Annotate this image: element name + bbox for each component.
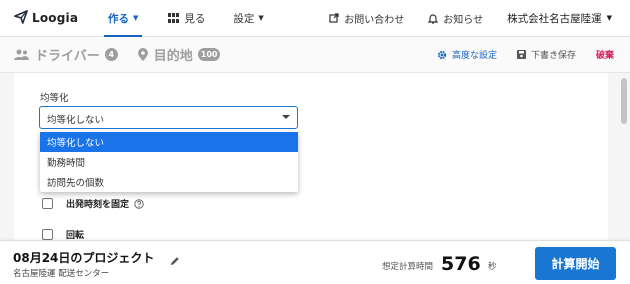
pencil-icon[interactable] (170, 256, 180, 266)
advanced-settings-label: 高度な設定 (451, 51, 497, 61)
bell-icon (428, 13, 439, 24)
logo-text: Loogia (32, 11, 79, 25)
nav-settings-menu[interactable]: 設定 ▼ (233, 0, 263, 37)
equalize-select-value: 均等化しない (47, 115, 105, 126)
sub-header: ドライバー 4 目的地 100 高度な設定 下書き保存 破棄 (0, 37, 630, 73)
dropdown-arrow-icon (282, 115, 290, 119)
driver-count-badge: 4 (104, 48, 118, 61)
fixed-departure-checkbox[interactable] (42, 198, 53, 209)
dropdown-option[interactable]: 均等化しない (40, 132, 298, 152)
advanced-settings-button[interactable]: 高度な設定 (437, 48, 497, 61)
caret-down-icon: ▼ (133, 14, 139, 22)
save-draft-label: 下書き保存 (530, 51, 576, 61)
nav-right: お問い合わせ お知らせ 株式会社名古屋陸運 ▼ (329, 0, 630, 37)
equalize-label: 均等化 (40, 93, 69, 104)
external-link-icon (329, 13, 339, 23)
equalize-dropdown-menu: 均等化しない 勤務時間 訪問先の個数 (40, 132, 298, 192)
save-draft-button[interactable]: 下書き保存 (516, 48, 576, 61)
gear-icon (437, 50, 447, 60)
map-pin-icon (137, 48, 148, 61)
footer-bar: 08月24日のプロジェクト 名古屋陸運 配送センター 想定計算時間 576 秒 … (0, 240, 630, 284)
start-calculation-button[interactable]: 計算開始 (535, 247, 616, 280)
grid-icon (168, 13, 180, 23)
news-label: お知らせ (443, 14, 484, 26)
nav-create-menu[interactable]: 作る ▼ (103, 0, 143, 37)
project-subtitle: 名古屋陸運 配送センター (13, 269, 110, 279)
help-circle-icon[interactable] (134, 198, 144, 209)
estimate-unit: 秒 (488, 262, 497, 272)
people-icon (14, 49, 29, 60)
tab-driver-label: ドライバー (35, 49, 100, 64)
company-menu[interactable]: 株式会社名古屋陸運 ▼ (507, 11, 612, 26)
destination-count-badge: 100 (197, 48, 221, 61)
save-icon (516, 50, 526, 59)
tab-driver[interactable]: ドライバー 4 (14, 45, 118, 64)
nav-view-menu[interactable]: 見る (168, 0, 205, 37)
contact-label: お問い合わせ (344, 14, 405, 26)
fixed-departure-row: 出発時刻を固定 (42, 197, 144, 210)
company-label: 株式会社名古屋陸運 (507, 12, 602, 25)
rotation-checkbox[interactable] (42, 229, 53, 240)
logo[interactable]: Loogia (14, 9, 84, 28)
tab-destination[interactable]: 目的地 100 (137, 45, 221, 64)
equalize-select[interactable]: 均等化しない (39, 106, 298, 129)
caret-down-icon: ▼ (606, 14, 612, 22)
tab-destination-label: 目的地 (153, 49, 193, 64)
estimate-value: 576 (441, 253, 481, 275)
scrollbar-thumb[interactable] (621, 78, 627, 124)
discard-label: 破棄 (595, 51, 614, 61)
project-title: 08月24日のプロジェクト (13, 251, 155, 265)
nav-create-label: 作る (108, 12, 129, 25)
sub-actions: 高度な設定 下書き保存 破棄 (437, 48, 630, 61)
nav-view-label: 見る (184, 12, 206, 25)
caret-down-icon: ▼ (258, 14, 264, 22)
start-calculation-label: 計算開始 (551, 257, 600, 271)
estimate-label: 想定計算時間 (382, 262, 434, 272)
fixed-departure-label: 出発時刻を固定 (66, 200, 130, 210)
dropdown-option[interactable]: 訪問先の個数 (40, 172, 298, 192)
paper-plane-icon (14, 9, 28, 28)
discard-button[interactable]: 破棄 (596, 48, 614, 61)
top-nav: Loogia 作る ▼ 見る 設定 ▼ お問い合わせ お知らせ 株式会社名古屋陸… (0, 0, 630, 37)
nav-settings-label: 設定 (233, 12, 255, 25)
news-link[interactable]: お知らせ (428, 11, 483, 26)
dropdown-option[interactable]: 勤務時間 (40, 152, 298, 172)
contact-link[interactable]: お問い合わせ (329, 11, 404, 26)
